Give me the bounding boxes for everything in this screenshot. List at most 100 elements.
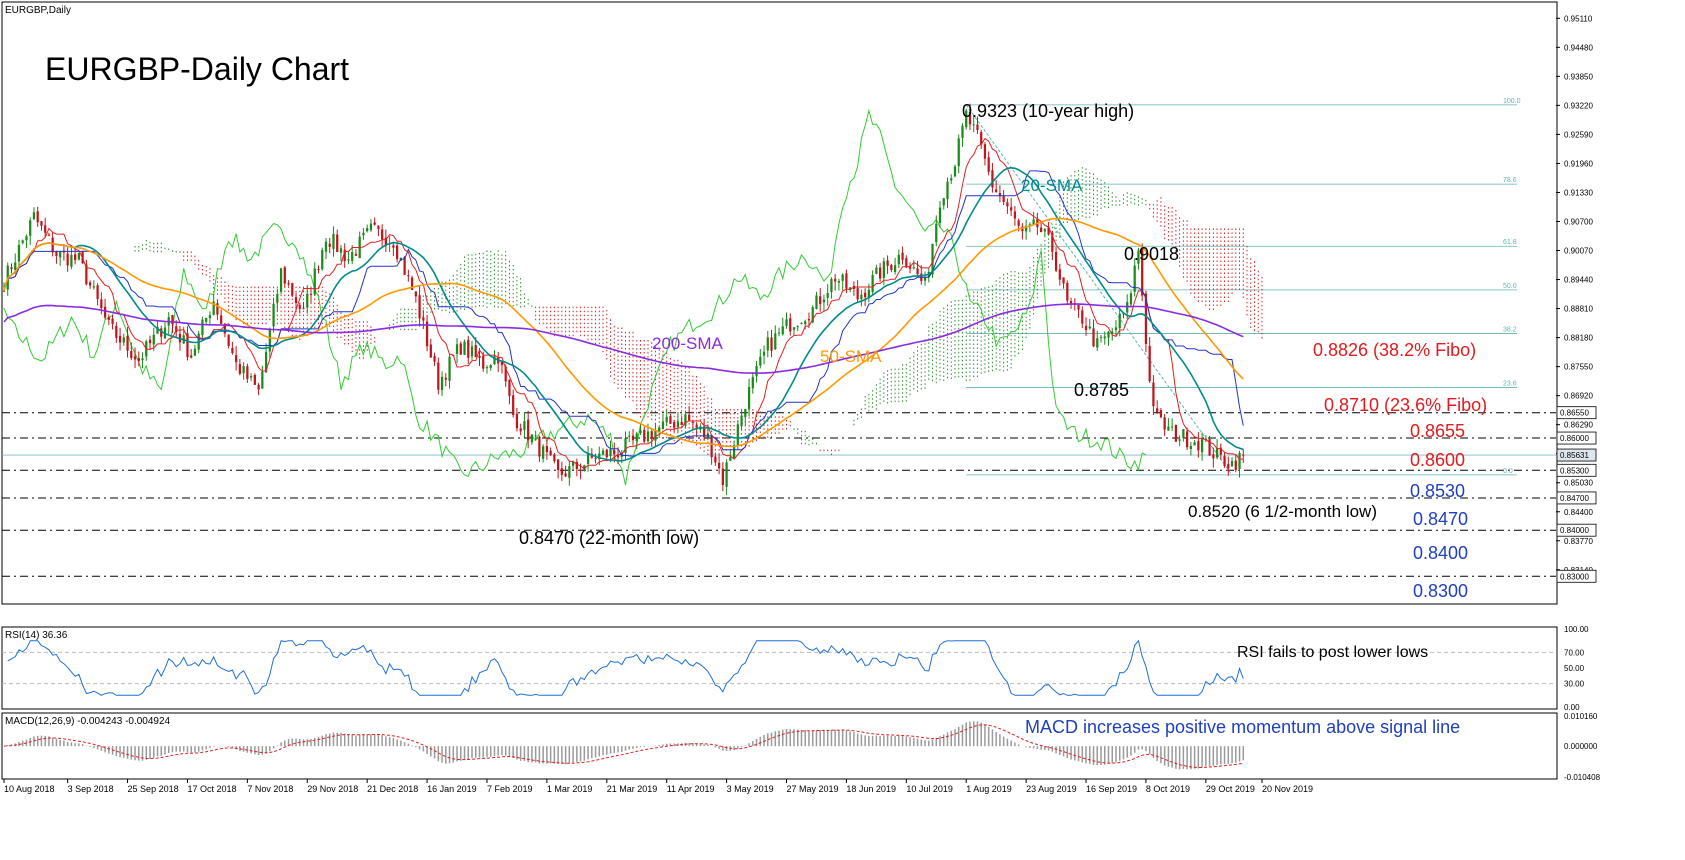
- candle-body: [231, 347, 234, 353]
- rsi-tick-label: 70.00: [1564, 648, 1585, 657]
- candle-body: [249, 376, 253, 378]
- candle-body: [721, 468, 724, 485]
- date-label: 16 Sep 2019: [1086, 784, 1137, 794]
- candle-body: [564, 473, 567, 477]
- candle-body: [691, 422, 695, 424]
- candle-body: [837, 281, 841, 283]
- candle-body: [1193, 442, 1196, 446]
- price-marker-label: 0.85631: [1560, 451, 1589, 460]
- price-tick-label: 0.93850: [1564, 72, 1593, 81]
- candle-body: [864, 292, 867, 298]
- level-8400-label: 0.8400: [1413, 543, 1468, 563]
- level-8470-label: 0.8470: [1413, 509, 1468, 529]
- candle-body: [362, 232, 365, 236]
- candle-body: [1215, 448, 1219, 458]
- candle-body: [807, 319, 811, 321]
- date-label: 8 Oct 2019: [1146, 784, 1190, 794]
- candle-body: [613, 450, 616, 455]
- candle-body: [1223, 456, 1226, 466]
- candle-body: [414, 291, 417, 297]
- candle-body: [991, 170, 994, 188]
- price-tick-label: 0.93220: [1564, 101, 1593, 110]
- candle-body: [1114, 327, 1118, 331]
- candle-body: [568, 466, 571, 478]
- candle-body: [542, 446, 545, 459]
- candle-body: [1103, 336, 1106, 339]
- candle-body: [242, 366, 245, 374]
- candle-body: [193, 348, 197, 356]
- date-axis: 10 Aug 2018 3 Sep 2018 25 Sep 2018 17 Oct 2…: [3, 779, 1313, 794]
- candle-body: [1099, 336, 1103, 338]
- candle-body: [976, 124, 979, 131]
- candle-body: [714, 456, 717, 463]
- sma20-label: 20-SMA: [1021, 176, 1083, 195]
- candle-body: [785, 319, 788, 326]
- candle-body: [519, 428, 522, 432]
- candle-body: [1129, 293, 1133, 305]
- candle-body: [856, 288, 859, 300]
- candle-body: [1066, 282, 1069, 301]
- candle-body: [302, 307, 305, 309]
- date-label: 21 Mar 2019: [607, 784, 658, 794]
- candle-body: [1178, 439, 1181, 441]
- chart-canvas: 0.95110 0.94480 0.93850 0.93220 0.92590 0.919…: [1, 1, 1601, 794]
- candle-body: [32, 212, 36, 220]
- candle-body: [235, 355, 238, 363]
- candle-body: [1185, 431, 1189, 448]
- candle-body: [1013, 211, 1017, 219]
- candle-body: [729, 457, 732, 461]
- candle-body: [354, 254, 358, 256]
- candle-body: [126, 335, 129, 351]
- date-label: 29 Nov 2018: [307, 784, 358, 794]
- candle-body: [755, 365, 758, 377]
- symbol-label: EURGBP,Daily: [5, 5, 71, 16]
- candle-body: [279, 268, 283, 292]
- candle-body: [418, 295, 421, 319]
- candle-body: [983, 144, 987, 159]
- price-tick-label: 0.92590: [1564, 130, 1593, 139]
- sma200-label: 200-SMA: [652, 334, 724, 353]
- candle-body: [470, 346, 474, 357]
- fibo382-label: 0.8826 (38.2% Fibo): [1313, 340, 1476, 360]
- candle-body: [777, 332, 781, 334]
- candle-body: [298, 304, 301, 309]
- candle-body: [1189, 445, 1192, 450]
- candle-body: [1096, 338, 1099, 348]
- candle-body: [942, 198, 945, 206]
- candle-body: [111, 318, 114, 324]
- candle-body: [695, 424, 698, 428]
- price-marker-label: 0.86550: [1560, 409, 1589, 418]
- candle-body: [762, 351, 766, 356]
- candle-body: [272, 303, 275, 327]
- candle-body: [309, 293, 313, 295]
- candle-body: [351, 252, 354, 261]
- candle-body: [377, 225, 380, 229]
- candle-body: [1054, 251, 1058, 271]
- candle-body: [328, 243, 331, 247]
- candle-body: [1171, 426, 1174, 428]
- candle-body: [950, 178, 953, 181]
- candle-body: [744, 409, 747, 417]
- candle-body: [792, 327, 796, 330]
- candle-body: [770, 337, 773, 351]
- candle-body: [444, 377, 447, 380]
- candle-body: [1084, 325, 1088, 330]
- rsi-pane-frame: [1, 626, 1558, 710]
- candle-body: [616, 455, 620, 458]
- candle-body: [137, 358, 140, 362]
- rsi-pane: 100.0070.0050.0030.000.00 RSI(14) 36.36 …: [1, 625, 1589, 712]
- candle-body: [332, 233, 335, 249]
- candle-body: [646, 431, 650, 442]
- candle-body: [957, 138, 960, 167]
- candle-body: [946, 181, 949, 200]
- candle-body: [556, 459, 560, 471]
- candle-body: [1017, 220, 1020, 226]
- candle-body: [190, 355, 193, 358]
- rsi-tick-label: 100.00: [1564, 625, 1589, 634]
- candle-body: [1197, 441, 1200, 451]
- fibo-level-label: 38.2: [1503, 327, 1517, 334]
- candle-body: [467, 339, 470, 358]
- candle-body: [747, 386, 751, 410]
- candle-body: [1167, 426, 1170, 431]
- candle-body: [396, 245, 399, 260]
